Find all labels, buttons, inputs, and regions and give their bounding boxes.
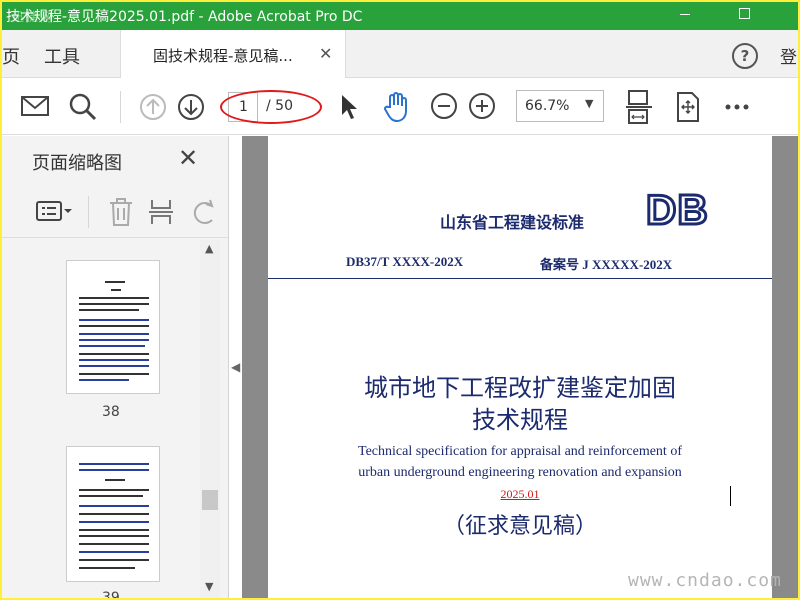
help-icon[interactable]: ? — [732, 43, 758, 69]
sign-in-button[interactable]: 登 — [780, 43, 797, 68]
english-title-line1: Technical specification for appraisal an… — [358, 444, 682, 459]
site-watermark: www.cndao.com — [628, 570, 782, 591]
record-number: 备案号 J XXXXX-202X — [540, 257, 673, 272]
db-logo: DB — [645, 185, 710, 235]
panel-separator — [88, 196, 89, 228]
document-date: 2025.01 — [500, 487, 540, 501]
scroll-down-icon[interactable]: ▼ — [205, 580, 213, 593]
thumbnail-page-number: 39 — [102, 590, 120, 598]
page-thumbnail[interactable] — [66, 446, 160, 582]
zoom-select[interactable]: 66.7% ▼ — [516, 90, 604, 122]
next-page-icon[interactable] — [177, 93, 205, 121]
email-icon[interactable] — [20, 94, 50, 118]
watermark-text: 迅捷网 — [12, 10, 55, 24]
zoom-value: 66.7% — [525, 98, 570, 114]
full-screen-icon[interactable] — [674, 91, 702, 123]
document-title-line2: 技术规程 — [472, 406, 568, 434]
annotation-ellipse — [220, 90, 322, 124]
document-title-line1: 城市地下工程改扩建鉴定加固 — [364, 374, 676, 402]
options-menu-icon[interactable] — [36, 200, 74, 222]
pdf-page: 山东省工程建设标准 DB DB37/T XXXX-202X 备案号 J XXXX… — [268, 136, 772, 598]
panel-toolbar — [2, 186, 228, 238]
maximize-button[interactable] — [739, 8, 750, 19]
close-panel-icon[interactable]: ✕ — [178, 144, 198, 172]
acrobat-window: 技术规程-意见稿2025.01.pdf - Adobe Acrobat Pro … — [2, 2, 798, 598]
page-thumbnail[interactable] — [66, 260, 160, 394]
panel-title: 页面缩略图 — [32, 153, 122, 174]
header-divider — [268, 278, 772, 279]
title-bar: 技术规程-意见稿2025.01.pdf - Adobe Acrobat Pro … — [2, 2, 798, 30]
previous-page-icon[interactable] — [139, 93, 167, 121]
toolbar-separator — [120, 91, 121, 123]
tab-tools[interactable]: 工具 — [44, 43, 80, 69]
window-title: 技术规程-意见稿2025.01.pdf - Adobe Acrobat Pro … — [6, 9, 363, 25]
standard-code: DB37/T XXXX-202X — [346, 254, 464, 269]
thumbnail-scrollbar[interactable]: ▲ ▼ — [200, 240, 220, 598]
zoom-out-icon[interactable] — [430, 92, 458, 120]
english-title-line2: urban underground engineering renovation… — [358, 465, 682, 480]
fit-page-icon[interactable] — [624, 89, 654, 125]
zoom-in-icon[interactable] — [468, 92, 496, 120]
thumbnail-page-number: 38 — [102, 404, 120, 420]
scroll-up-icon[interactable]: ▲ — [205, 242, 213, 255]
tab-row: 页 工具 固技术规程-意见稿... ✕ ? 登 — [2, 30, 798, 78]
close-tab-icon[interactable]: ✕ — [319, 44, 332, 63]
hand-tool-icon[interactable] — [382, 91, 412, 123]
tab-home-fragment[interactable]: 页 — [2, 43, 20, 69]
thumbnails-panel: 页面缩略图 ✕ 38 39 ▲ ▼ — [2, 136, 229, 598]
tab-document-label: 固技术规程-意见稿... — [153, 47, 293, 65]
minimize-button[interactable] — [680, 14, 690, 15]
draft-label: （征求意见稿） — [442, 514, 597, 539]
text-cursor — [730, 486, 731, 506]
trash-icon[interactable] — [108, 198, 134, 226]
insert-page-icon[interactable] — [148, 198, 174, 226]
search-icon[interactable] — [68, 92, 98, 122]
tab-document[interactable]: 固技术规程-意见稿... ✕ — [120, 30, 346, 78]
select-cursor-icon[interactable] — [338, 93, 360, 121]
standard-org: 山东省工程建设标准 — [440, 213, 585, 232]
toolbar: 1 / 50 66.7% ▼ — [2, 79, 798, 135]
document-area: 山东省工程建设标准 DB DB37/T XXXX-202X 备案号 J XXXX… — [242, 136, 798, 598]
more-options-icon[interactable] — [724, 103, 750, 111]
chevron-down-icon: ▼ — [585, 97, 594, 110]
scrollbar-thumb[interactable] — [202, 490, 218, 510]
thumbnail-list: 38 39 — [2, 240, 202, 598]
collapse-panel-icon[interactable]: ◀ — [231, 360, 240, 374]
rotate-icon[interactable] — [192, 198, 216, 226]
